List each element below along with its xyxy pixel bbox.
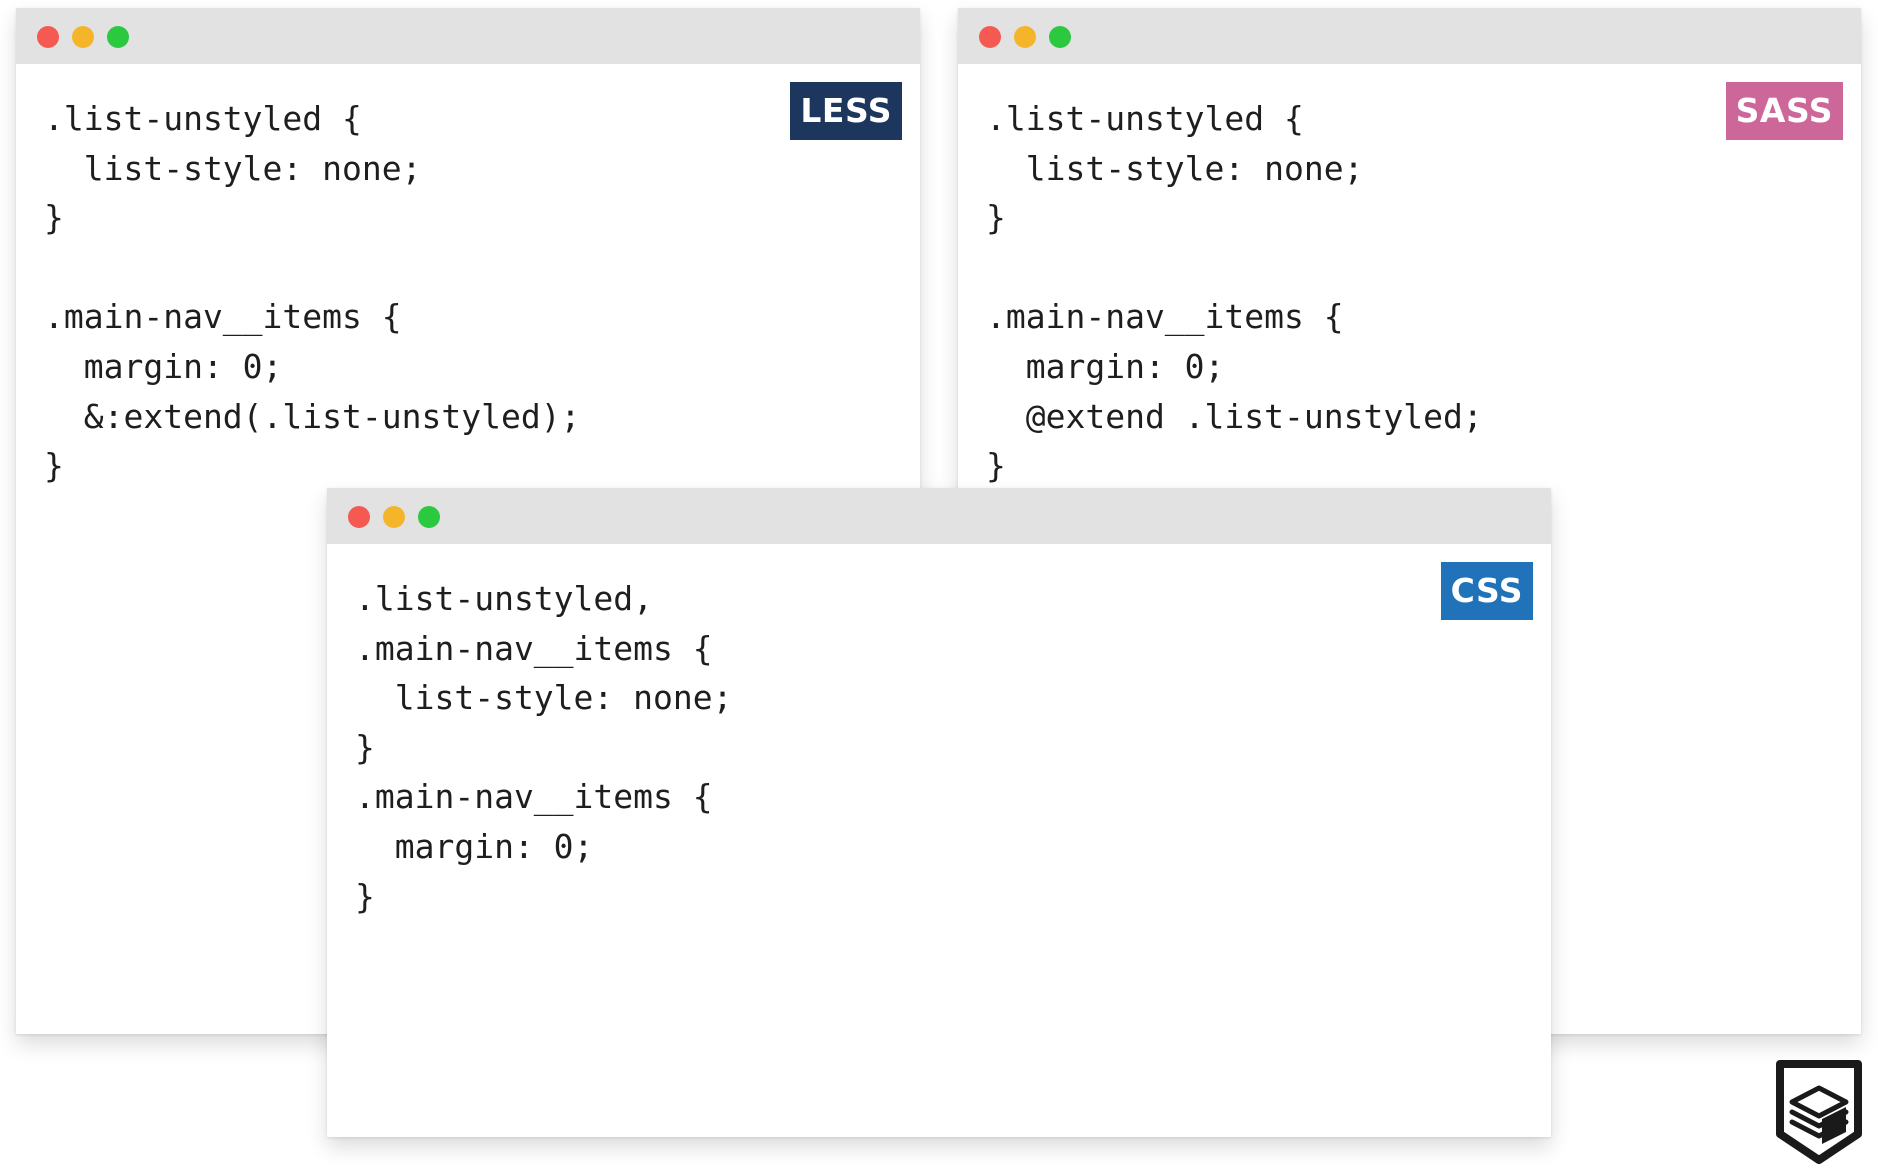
- code-line: &:extend(.list-unstyled);: [44, 396, 581, 436]
- code-line: margin: 0;: [355, 826, 594, 866]
- less-window-titlebar: [16, 8, 920, 64]
- sass-code-block: .list-unstyled { list-style: none; } .ma…: [986, 94, 1483, 491]
- minimize-window-icon[interactable]: [1014, 26, 1036, 48]
- code-line: }: [44, 198, 64, 238]
- code-line: .main-nav__items {: [986, 297, 1344, 337]
- sass-language-badge: SASS: [1725, 82, 1843, 140]
- code-line: }: [44, 446, 64, 486]
- sass-window-titlebar: [958, 8, 1861, 64]
- code-line: .main-nav__items {: [355, 777, 713, 817]
- code-line: @extend .list-unstyled;: [986, 396, 1483, 436]
- code-line: margin: 0;: [986, 346, 1225, 386]
- code-line: margin: 0;: [44, 346, 283, 386]
- code-line: .list-unstyled,: [355, 579, 654, 618]
- minimize-window-icon[interactable]: [383, 506, 405, 528]
- close-window-icon[interactable]: [348, 506, 370, 528]
- maximize-window-icon[interactable]: [418, 506, 440, 528]
- close-window-icon[interactable]: [979, 26, 1001, 48]
- minimize-window-icon[interactable]: [72, 26, 94, 48]
- less-code-block: .list-unstyled { list-style: none; } .ma…: [44, 94, 580, 491]
- code-line: }: [986, 198, 1006, 238]
- maximize-window-icon[interactable]: [107, 26, 129, 48]
- less-language-badge: LESS: [790, 82, 902, 140]
- code-line: list-style: none;: [986, 148, 1364, 188]
- css-window-titlebar: [327, 488, 1551, 544]
- code-line: .list-unstyled {: [44, 99, 362, 138]
- close-window-icon[interactable]: [37, 26, 59, 48]
- code-line: .main-nav__items {: [44, 297, 402, 337]
- code-line: }: [355, 876, 375, 916]
- code-line: .main-nav__items {: [355, 628, 713, 668]
- stacked-layers-shield-icon: [1776, 1060, 1862, 1164]
- css-language-badge: CSS: [1440, 562, 1533, 620]
- code-line: .list-unstyled {: [986, 99, 1304, 138]
- logo-strokes: [1776, 1060, 1862, 1164]
- code-line: }: [986, 446, 1006, 486]
- css-code-block: .list-unstyled, .main-nav__items { list-…: [355, 574, 733, 921]
- code-line: }: [355, 727, 375, 767]
- css-output-window: CSS .list-unstyled, .main-nav__items { l…: [327, 488, 1551, 1137]
- code-line: list-style: none;: [44, 148, 422, 188]
- code-line: list-style: none;: [355, 678, 733, 718]
- maximize-window-icon[interactable]: [1049, 26, 1071, 48]
